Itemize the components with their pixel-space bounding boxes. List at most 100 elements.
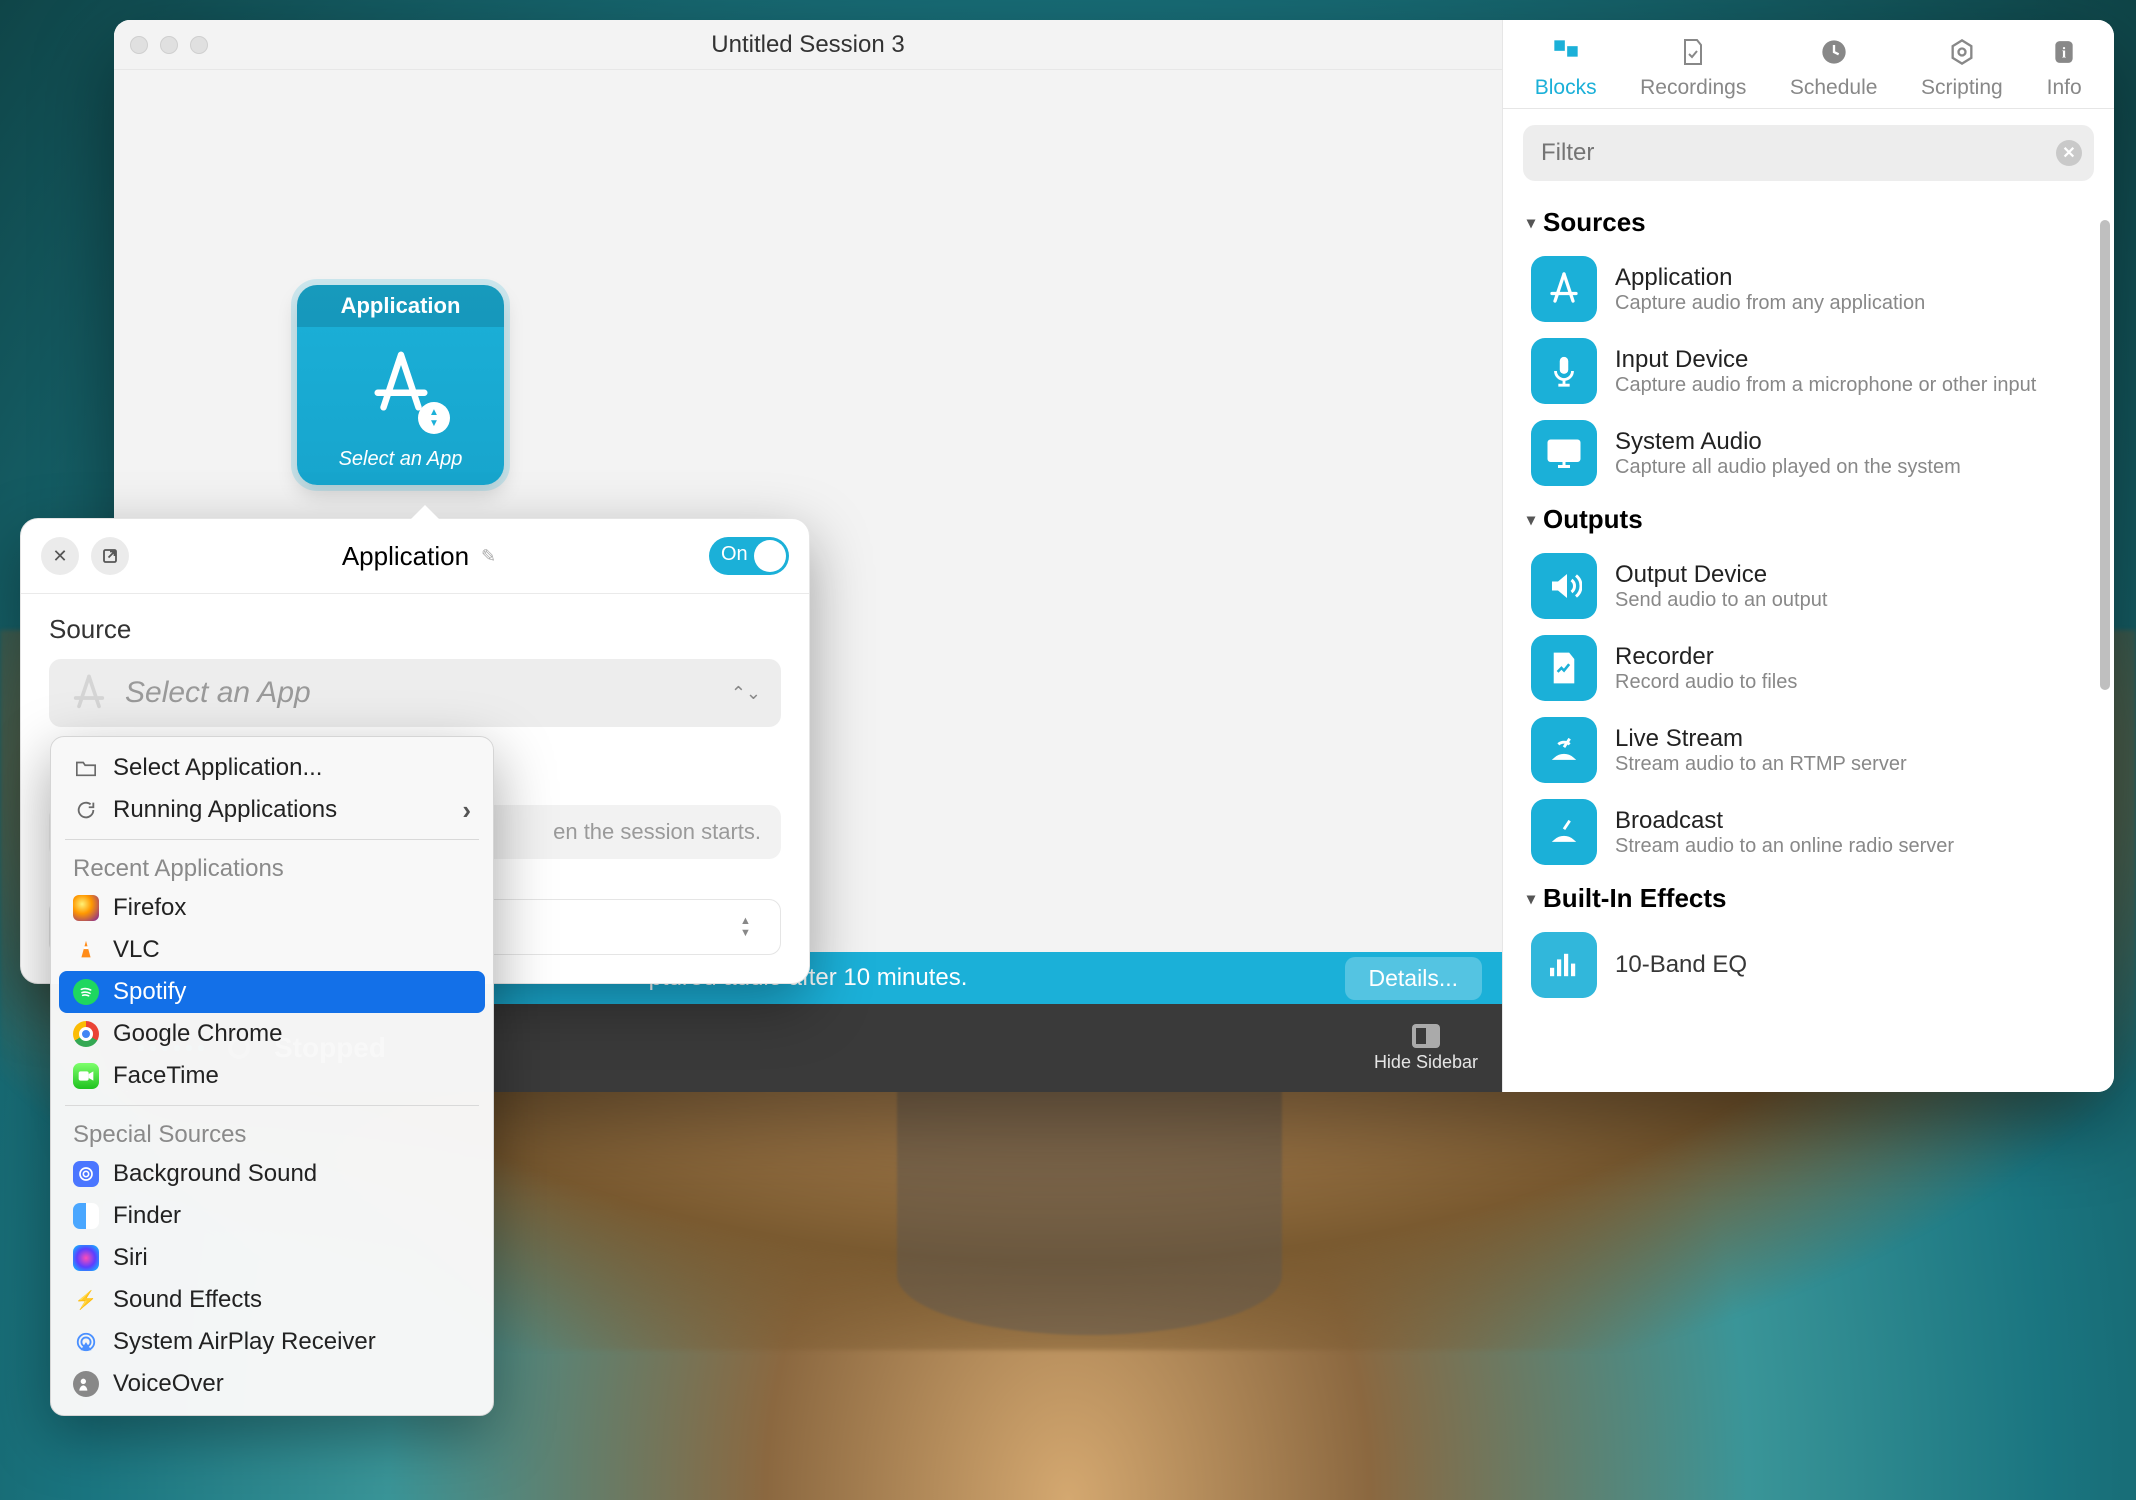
zoom-window-button[interactable]: [190, 36, 208, 54]
menu-background-sound[interactable]: Background Sound: [51, 1153, 493, 1195]
menu-facetime[interactable]: FaceTime: [51, 1055, 493, 1097]
filter-input[interactable]: [1523, 125, 2094, 181]
item-title: Application: [1615, 264, 1925, 292]
tab-scripting[interactable]: Scripting: [1921, 34, 2003, 100]
menu-label: Select Application...: [113, 754, 322, 782]
clear-filter-button[interactable]: ✕: [2056, 140, 2082, 166]
menu-running-applications[interactable]: Running Applications: [51, 789, 493, 831]
scripting-icon: [1944, 34, 1980, 70]
menu-select-application[interactable]: Select Application...: [51, 747, 493, 789]
sidebar: Blocks Recordings Schedule Scripting: [1502, 20, 2114, 1092]
menu-finder[interactable]: Finder: [51, 1195, 493, 1237]
menu-airplay[interactable]: System AirPlay Receiver: [51, 1321, 493, 1363]
tab-schedule[interactable]: Schedule: [1790, 34, 1878, 100]
item-desc: Stream audio to an online radio server: [1615, 835, 1954, 858]
details-button[interactable]: Details...: [1345, 957, 1482, 1000]
menu-spotify[interactable]: Spotify: [59, 971, 485, 1013]
section-sources-header[interactable]: Sources: [1507, 197, 2110, 248]
section-outputs-header[interactable]: Outputs: [1507, 494, 2110, 545]
close-popover-button[interactable]: ✕: [41, 537, 79, 575]
menu-label: Finder: [113, 1202, 181, 1230]
menu-sound-effects[interactable]: ⚡ Sound Effects: [51, 1279, 493, 1321]
filter-box: ✕: [1523, 125, 2094, 181]
menu-label: Siri: [113, 1244, 148, 1272]
source-input-device[interactable]: Input Device Capture audio from a microp…: [1507, 330, 2110, 412]
source-label: Source: [49, 614, 781, 645]
menu-label: Running Applications: [113, 796, 337, 824]
satellite-icon: [1531, 717, 1597, 783]
item-title: Recorder: [1615, 643, 1797, 671]
window-title: Untitled Session 3: [114, 31, 1502, 59]
filter-wrap: ✕: [1503, 109, 2114, 197]
menu-label: Firefox: [113, 894, 186, 922]
app-placeholder-icon: [69, 673, 109, 713]
tab-recordings[interactable]: Recordings: [1640, 34, 1746, 100]
blocks-icon: [1548, 34, 1584, 70]
voiceover-icon: [73, 1371, 99, 1397]
sound-effects-icon: ⚡: [73, 1287, 99, 1313]
app-select-menu: Select Application... Running Applicatio…: [50, 736, 494, 1416]
tab-recordings-label: Recordings: [1640, 76, 1746, 100]
output-live-stream[interactable]: Live Stream Stream audio to an RTMP serv…: [1507, 709, 2110, 791]
item-title: System Audio: [1615, 428, 1961, 456]
select-placeholder: Select an App: [125, 676, 311, 710]
popout-button[interactable]: [91, 537, 129, 575]
menu-vlc[interactable]: VLC: [51, 929, 493, 971]
block-body: ▲▼: [297, 327, 504, 440]
item-title: Broadcast: [1615, 807, 1954, 835]
popover-header: ✕ Application ✎ On: [21, 519, 809, 594]
menu-firefox[interactable]: Firefox: [51, 887, 493, 929]
toggle-label: On: [721, 543, 748, 566]
microphone-icon: [1531, 338, 1597, 404]
sidebar-content[interactable]: Sources Application Capture audio from a…: [1503, 197, 2114, 1092]
edit-icon[interactable]: ✎: [481, 546, 496, 567]
source-application[interactable]: Application Capture audio from any appli…: [1507, 248, 2110, 330]
effect-eq[interactable]: 10-Band EQ: [1507, 924, 2110, 1006]
background-sound-icon: [73, 1161, 99, 1187]
menu-label: Sound Effects: [113, 1286, 262, 1314]
item-desc: Stream audio to an RTMP server: [1615, 753, 1907, 776]
block-footer: Select an App: [297, 440, 504, 485]
close-window-button[interactable]: [130, 36, 148, 54]
item-desc: Capture all audio played on the system: [1615, 456, 1961, 479]
enable-toggle[interactable]: On: [709, 537, 789, 575]
source-system-audio[interactable]: System Audio Capture all audio played on…: [1507, 412, 2110, 494]
toggle-knob: [754, 540, 786, 572]
popover-arrow: [409, 505, 441, 521]
menu-label: FaceTime: [113, 1062, 219, 1090]
minimize-window-button[interactable]: [160, 36, 178, 54]
item-desc: Capture audio from a microphone or other…: [1615, 374, 2036, 397]
tab-info[interactable]: i Info: [2046, 34, 2082, 100]
titlebar: Untitled Session 3: [114, 20, 1502, 70]
sidebar-scrollbar[interactable]: [2100, 220, 2110, 690]
app-select-field[interactable]: Select an App ⌃⌄: [49, 659, 781, 727]
sidebar-toggle-icon: [1412, 1024, 1440, 1048]
menu-voiceover[interactable]: VoiceOver: [51, 1363, 493, 1405]
item-title: Input Device: [1615, 346, 2036, 374]
item-desc: Send audio to an output: [1615, 589, 1827, 612]
info-icon: i: [2046, 34, 2082, 70]
menu-special-header: Special Sources: [51, 1114, 493, 1153]
output-broadcast[interactable]: Broadcast Stream audio to an online radi…: [1507, 791, 2110, 873]
output-recorder[interactable]: Recorder Record audio to files: [1507, 627, 2110, 709]
speaker-icon: [1531, 553, 1597, 619]
tab-blocks-label: Blocks: [1535, 76, 1597, 100]
output-device[interactable]: Output Device Send audio to an output: [1507, 545, 2110, 627]
broadcast-icon: [1531, 799, 1597, 865]
menu-separator: [65, 839, 479, 840]
tab-blocks[interactable]: Blocks: [1535, 34, 1597, 100]
facetime-icon: [73, 1063, 99, 1089]
menu-chrome[interactable]: Google Chrome: [51, 1013, 493, 1055]
spotify-icon: [73, 979, 99, 1005]
menu-label: VLC: [113, 936, 160, 964]
section-effects-header[interactable]: Built-In Effects: [1507, 873, 2110, 924]
refresh-icon: [73, 797, 99, 823]
airplay-icon: [73, 1329, 99, 1355]
menu-siri[interactable]: Siri: [51, 1237, 493, 1279]
traffic-lights: [130, 36, 208, 54]
menu-label: VoiceOver: [113, 1370, 224, 1398]
stepper-icon: ▲▼: [740, 915, 760, 939]
hide-sidebar-button[interactable]: Hide Sidebar: [1374, 1024, 1478, 1073]
application-block[interactable]: Application ▲▼ Select an App: [297, 285, 504, 485]
recordings-icon: [1675, 34, 1711, 70]
